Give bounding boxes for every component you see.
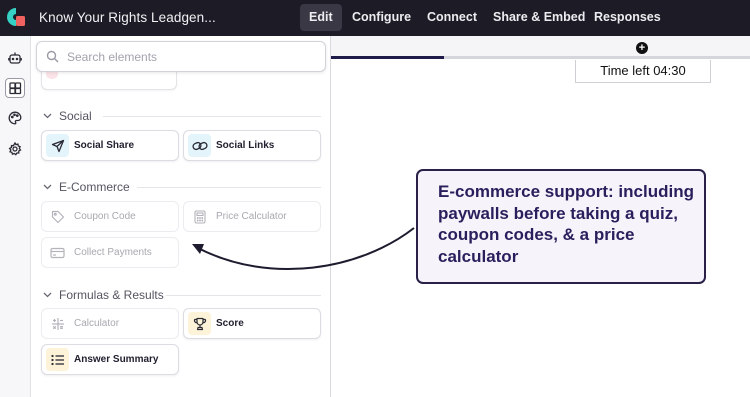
add-icon[interactable]: +	[636, 42, 648, 54]
element-score[interactable]: Score	[183, 308, 321, 339]
element-label: Calculator	[74, 318, 120, 329]
nav-connect[interactable]: Connect	[418, 4, 486, 31]
section-e-commerce[interactable]: E-Commerce	[43, 180, 130, 194]
element-social-share[interactable]: Social Share	[41, 130, 179, 161]
top-bar: Know Your Rights Leadgen... Edit Configu…	[0, 0, 750, 36]
chevron-down-icon	[43, 113, 52, 119]
tag-icon	[46, 205, 69, 228]
element-label: Social Share	[74, 140, 135, 151]
left-rail	[0, 36, 31, 397]
list-icon	[46, 348, 69, 371]
nav-edit[interactable]: Edit	[300, 4, 342, 31]
callout-box: E-commerce support: including paywalls b…	[416, 169, 706, 284]
nav-configure[interactable]: Configure	[343, 4, 420, 31]
trophy-icon	[188, 312, 211, 335]
element-label: Collect Payments	[74, 247, 152, 258]
form-title[interactable]: Know Your Rights Leadgen...	[39, 10, 216, 25]
element-coupon-code[interactable]: Coupon Code	[41, 201, 179, 232]
element-answer-summary[interactable]: Answer Summary	[41, 344, 179, 375]
section-divider	[137, 187, 321, 188]
elements-icon[interactable]	[5, 78, 25, 98]
element-label: Score	[216, 318, 244, 329]
element-label: Price Calculator	[216, 211, 287, 222]
credit-card-icon	[46, 241, 69, 264]
app-logo[interactable]	[6, 7, 26, 27]
element-price-calculator[interactable]: Price Calculator	[183, 201, 321, 232]
robot-icon[interactable]	[5, 48, 25, 68]
search-input[interactable]	[67, 49, 307, 64]
math-icon	[46, 312, 69, 335]
palette-icon[interactable]	[5, 108, 25, 128]
calculator-icon	[188, 205, 211, 228]
timer: Time left 04:30	[575, 60, 711, 83]
section-social[interactable]: Social	[43, 109, 92, 123]
section-formulas-results[interactable]: Formulas & Results	[43, 288, 164, 302]
section-divider	[103, 116, 321, 117]
nav-responses[interactable]: Responses	[585, 4, 670, 31]
gear-icon[interactable]	[5, 139, 25, 159]
element-label: Social Links	[216, 140, 275, 151]
elements-panel: Social Social Share Social Links E-Comme…	[31, 36, 331, 397]
nav-share-embed[interactable]: Share & Embed	[484, 4, 594, 31]
chevron-down-icon	[43, 184, 52, 190]
section-title: E-Commerce	[59, 180, 130, 194]
send-icon	[46, 134, 69, 157]
section-title: Formulas & Results	[59, 288, 164, 302]
search-box	[36, 41, 326, 72]
link-icon	[188, 134, 211, 157]
callout-text: E-commerce support: including paywalls b…	[438, 182, 694, 266]
element-collect-payments[interactable]: Collect Payments	[41, 237, 179, 268]
search-icon	[46, 50, 59, 63]
progress-bar	[331, 56, 750, 59]
canvas-header	[331, 36, 750, 58]
element-social-links[interactable]: Social Links	[183, 130, 321, 161]
chevron-down-icon	[43, 292, 52, 298]
element-label: Answer Summary	[74, 354, 159, 365]
section-divider	[166, 295, 321, 296]
progress-fill	[331, 56, 445, 59]
element-calculator[interactable]: Calculator	[41, 308, 179, 339]
section-title: Social	[59, 109, 92, 123]
element-label: Coupon Code	[74, 211, 136, 222]
